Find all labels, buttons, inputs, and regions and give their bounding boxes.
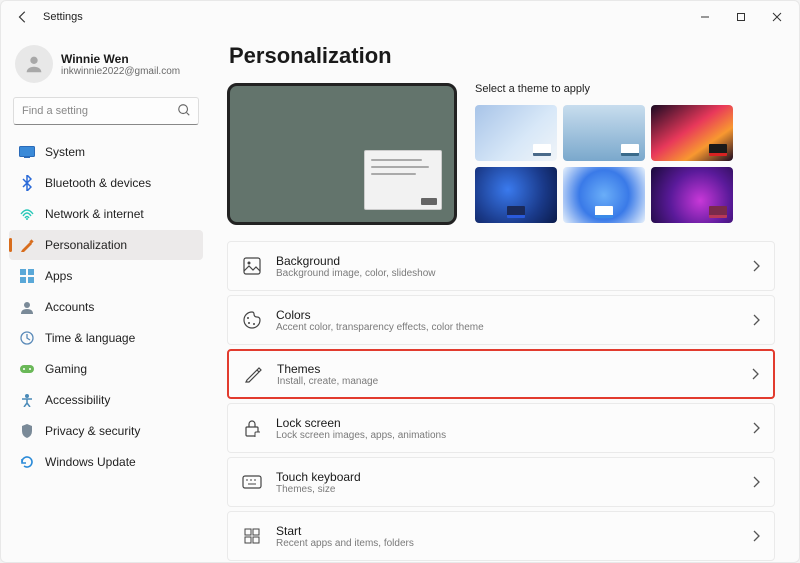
start-icon bbox=[242, 526, 262, 546]
theme-badge bbox=[595, 206, 613, 218]
lock-icon bbox=[242, 418, 262, 438]
nav-item-accounts[interactable]: Accounts bbox=[9, 292, 203, 322]
row-title: Themes bbox=[277, 362, 751, 376]
setting-row-lock[interactable]: Lock screenLock screen images, apps, ani… bbox=[227, 403, 775, 453]
chevron-right-icon bbox=[752, 314, 760, 326]
page-title: Personalization bbox=[229, 43, 775, 69]
setting-row-background[interactable]: BackgroundBackground image, color, slide… bbox=[227, 241, 775, 291]
chevron-right-icon bbox=[752, 476, 760, 488]
theme-option-1[interactable] bbox=[563, 105, 645, 161]
theme-badge bbox=[507, 206, 525, 218]
search-input[interactable] bbox=[13, 97, 199, 125]
accessibility-icon bbox=[19, 392, 35, 408]
chevron-right-icon bbox=[752, 530, 760, 542]
personalization-icon bbox=[19, 237, 35, 253]
setting-row-colors[interactable]: ColorsAccent color, transparency effects… bbox=[227, 295, 775, 345]
system-icon bbox=[19, 144, 35, 160]
nav-item-network[interactable]: Network & internet bbox=[9, 199, 203, 229]
theme-badge bbox=[709, 144, 727, 156]
nav-item-label: Accessibility bbox=[45, 393, 110, 407]
theme-option-2[interactable] bbox=[651, 105, 733, 161]
setting-row-themes[interactable]: ThemesInstall, create, manage bbox=[227, 349, 775, 399]
titlebar: Settings bbox=[1, 1, 799, 33]
desktop-preview bbox=[227, 83, 457, 225]
themes-icon bbox=[243, 364, 263, 384]
background-icon bbox=[242, 256, 262, 276]
nav-item-label: Apps bbox=[45, 269, 72, 283]
settings-list: BackgroundBackground image, color, slide… bbox=[227, 241, 775, 562]
row-subtitle: Recent apps and items, folders bbox=[276, 538, 752, 549]
gaming-icon bbox=[19, 361, 35, 377]
minimize-button[interactable] bbox=[687, 3, 723, 31]
nav-item-label: System bbox=[45, 145, 85, 159]
nav-item-privacy[interactable]: Privacy & security bbox=[9, 416, 203, 446]
profile-card[interactable]: Winnie Wen inkwinnie2022@gmail.com bbox=[9, 41, 203, 93]
nav-item-label: Network & internet bbox=[45, 207, 144, 221]
chevron-right-icon bbox=[751, 368, 759, 380]
row-title: Start bbox=[276, 524, 752, 538]
bluetooth-icon bbox=[19, 175, 35, 191]
row-title: Lock screen bbox=[276, 416, 752, 430]
row-subtitle: Background image, color, slideshow bbox=[276, 268, 752, 279]
time-icon bbox=[19, 330, 35, 346]
window-title: Settings bbox=[43, 11, 83, 23]
nav-item-personalization[interactable]: Personalization bbox=[9, 230, 203, 260]
setting-row-start[interactable]: StartRecent apps and items, folders bbox=[227, 511, 775, 561]
search-icon bbox=[177, 103, 191, 117]
nav-item-label: Time & language bbox=[45, 331, 135, 345]
row-title: Touch keyboard bbox=[276, 470, 752, 484]
setting-row-keyboard[interactable]: Touch keyboardThemes, size bbox=[227, 457, 775, 507]
nav-item-gaming[interactable]: Gaming bbox=[9, 354, 203, 384]
nav-list: System Bluetooth & devices Network & inter… bbox=[9, 137, 203, 477]
row-title: Colors bbox=[276, 308, 752, 322]
nav-item-time[interactable]: Time & language bbox=[9, 323, 203, 353]
keyboard-icon bbox=[242, 472, 262, 492]
accounts-icon bbox=[19, 299, 35, 315]
nav-item-update[interactable]: Windows Update bbox=[9, 447, 203, 477]
theme-option-0[interactable] bbox=[475, 105, 557, 161]
theme-badge bbox=[621, 144, 639, 156]
network-icon bbox=[19, 206, 35, 222]
nav-item-label: Privacy & security bbox=[45, 424, 140, 438]
nav-item-bluetooth[interactable]: Bluetooth & devices bbox=[9, 168, 203, 198]
row-subtitle: Themes, size bbox=[276, 484, 752, 495]
theme-badge bbox=[709, 206, 727, 218]
theme-option-5[interactable] bbox=[651, 167, 733, 223]
avatar bbox=[15, 45, 53, 83]
preview-window bbox=[364, 150, 442, 210]
content-area: Personalization Select a theme to apply … bbox=[211, 33, 799, 562]
nav-item-label: Gaming bbox=[45, 362, 87, 376]
nav-item-label: Bluetooth & devices bbox=[45, 176, 151, 190]
close-button[interactable] bbox=[759, 3, 795, 31]
colors-icon bbox=[242, 310, 262, 330]
maximize-button[interactable] bbox=[723, 3, 759, 31]
theme-option-3[interactable] bbox=[475, 167, 557, 223]
update-icon bbox=[19, 454, 35, 470]
privacy-icon bbox=[19, 423, 35, 439]
profile-email: inkwinnie2022@gmail.com bbox=[61, 66, 180, 77]
sidebar: Winnie Wen inkwinnie2022@gmail.com Syste… bbox=[1, 33, 211, 562]
row-subtitle: Accent color, transparency effects, colo… bbox=[276, 322, 752, 333]
themes-label: Select a theme to apply bbox=[475, 83, 775, 95]
chevron-right-icon bbox=[752, 422, 760, 434]
apps-icon bbox=[19, 268, 35, 284]
row-title: Background bbox=[276, 254, 752, 268]
nav-item-label: Accounts bbox=[45, 300, 94, 314]
nav-item-label: Windows Update bbox=[45, 455, 136, 469]
row-subtitle: Install, create, manage bbox=[277, 376, 751, 387]
nav-item-system[interactable]: System bbox=[9, 137, 203, 167]
theme-badge bbox=[533, 144, 551, 156]
back-button[interactable] bbox=[11, 5, 35, 29]
theme-option-4[interactable] bbox=[563, 167, 645, 223]
chevron-right-icon bbox=[752, 260, 760, 272]
theme-grid bbox=[475, 105, 775, 223]
nav-item-apps[interactable]: Apps bbox=[9, 261, 203, 291]
nav-item-label: Personalization bbox=[45, 238, 127, 252]
row-subtitle: Lock screen images, apps, animations bbox=[276, 430, 752, 441]
nav-item-accessibility[interactable]: Accessibility bbox=[9, 385, 203, 415]
profile-name: Winnie Wen bbox=[61, 52, 180, 66]
